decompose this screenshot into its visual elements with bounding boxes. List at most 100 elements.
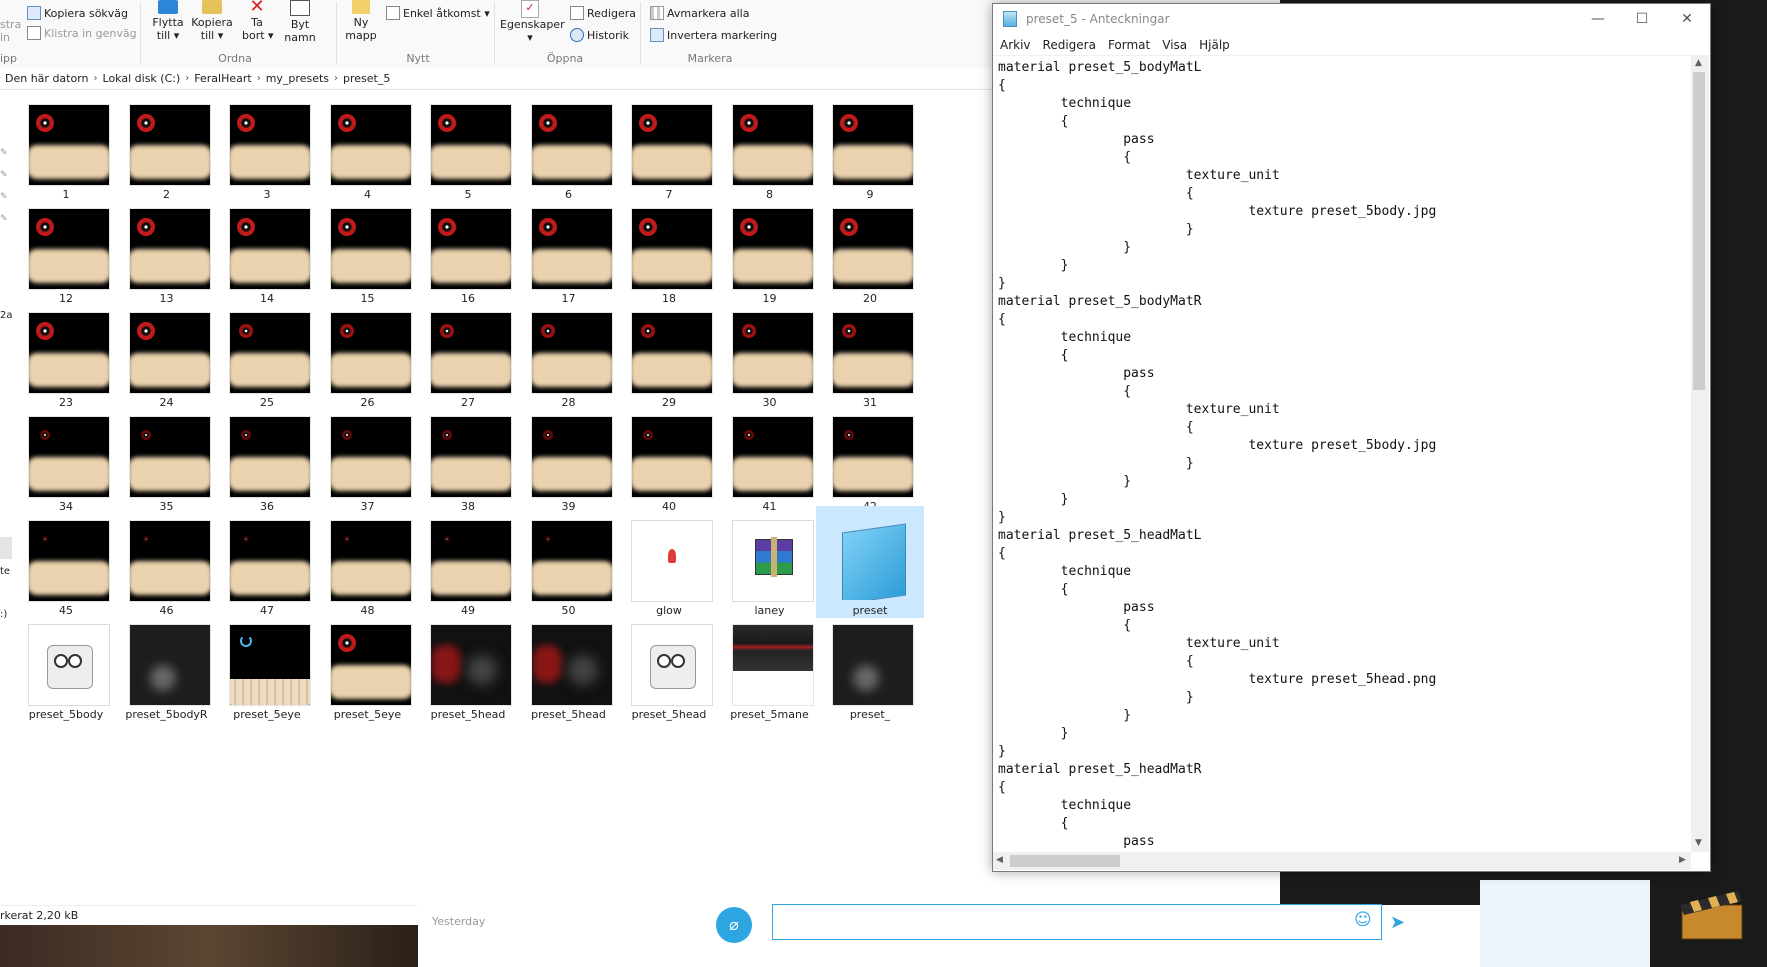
file-item[interactable]: 36 [213,402,321,514]
select-none-button[interactable]: Avmarkera alla [650,6,749,20]
file-item[interactable]: 26 [314,298,422,410]
delete-button[interactable]: ✕ Ta bort ▾ [242,0,274,42]
file-item[interactable]: 20 [816,194,924,306]
file-item[interactable]: 7 [615,90,723,202]
breadcrumb-item[interactable]: my_presets [261,72,334,85]
file-item[interactable]: 16 [414,194,522,306]
file-item[interactable]: 23 [12,298,120,410]
vertical-scrollbar[interactable]: ▲ ▼ [1691,56,1709,852]
file-item[interactable]: preset_ [816,610,924,722]
breadcrumb-item[interactable]: FeralHeart [189,72,256,85]
file-item[interactable]: 28 [515,298,623,410]
horizontal-scrollbar[interactable]: ◀ ▶ [993,852,1691,870]
menu-visa[interactable]: Visa [1156,38,1193,52]
file-item[interactable]: 6 [515,90,623,202]
clapperboard-icon[interactable] [1676,885,1746,941]
breadcrumb-item[interactable]: Lokal disk (C:) [98,72,186,85]
file-item[interactable]: 24 [113,298,221,410]
file-item[interactable]: preset_5eye [314,610,422,722]
move-to-button[interactable]: Flytta till ▾ [150,0,186,42]
file-item[interactable]: 34 [12,402,120,514]
paste-button-partial[interactable]: stra [0,18,21,31]
file-item[interactable]: 5 [414,90,522,202]
menu-hjalp[interactable]: Hjälp [1193,38,1236,52]
copy-path-button[interactable]: Kopiera sökväg [27,6,128,20]
invert-selection-button[interactable]: Invertera markering [650,28,777,42]
history-button[interactable]: Historik [570,28,629,42]
file-item[interactable]: laney [716,506,824,618]
file-item[interactable]: 50 [515,506,623,618]
paste-button-partial-2[interactable]: in [0,31,10,44]
file-item[interactable]: 46 [113,506,221,618]
paste-shortcut-button[interactable]: Klistra in genväg [27,26,137,40]
breadcrumb-item[interactable]: Den här datorn [0,72,94,85]
file-item[interactable]: 37 [314,402,422,514]
emoji-icon[interactable]: ☺ [1354,910,1372,930]
file-item[interactable]: 41 [716,402,824,514]
minimize-button[interactable]: — [1576,4,1620,34]
file-item[interactable]: 40 [615,402,723,514]
scroll-up-icon[interactable]: ▲ [1695,58,1702,68]
properties-button[interactable]: ✓ Egenskaper ▾ [500,0,565,44]
file-item[interactable]: 47 [213,506,321,618]
easy-access-button[interactable]: Enkel åtkomst ▾ [386,6,490,20]
file-item[interactable]: 13 [113,194,221,306]
file-item[interactable]: 31 [816,298,924,410]
file-item[interactable]: 15 [314,194,422,306]
close-button[interactable]: ✕ [1665,4,1709,34]
menu-arkiv[interactable]: Arkiv [993,38,1037,52]
file-item[interactable]: 42 [816,402,924,514]
nav-fragment[interactable]: :) [0,609,7,620]
file-item[interactable]: 9 [816,90,924,202]
file-item[interactable]: preset_5head [515,610,623,722]
file-item[interactable]: preset_5mane [716,610,824,722]
file-item[interactable]: 1 [12,90,120,202]
nav-fragment[interactable]: te [0,566,10,577]
chat-message-input[interactable] [772,904,1382,940]
file-item[interactable]: glow [615,506,723,618]
file-item[interactable]: 17 [515,194,623,306]
menu-redigera[interactable]: Redigera [1037,38,1102,52]
send-icon[interactable]: ➤ [1390,912,1405,933]
file-item[interactable]: 48 [314,506,422,618]
edit-button[interactable]: Redigera [570,6,636,20]
file-item[interactable]: 30 [716,298,824,410]
file-item[interactable]: 19 [716,194,824,306]
scroll-right-icon[interactable]: ▶ [1679,855,1686,865]
file-item[interactable]: preset_5eye [213,610,321,722]
file-item[interactable]: preset_5bodyR [113,610,221,722]
file-item[interactable]: 4 [314,90,422,202]
scroll-left-icon[interactable]: ◀ [996,855,1003,865]
breadcrumb-item[interactable]: preset_5 [338,72,395,85]
maximize-button[interactable]: ☐ [1620,4,1664,34]
file-item[interactable]: 12 [12,194,120,306]
file-item[interactable]: 35 [113,402,221,514]
title-bar[interactable]: preset_5 - Anteckningar — ☐ ✕ [993,4,1710,34]
file-item[interactable]: preset_5head [615,610,723,722]
file-item[interactable]: 49 [414,506,522,618]
file-item[interactable]: 2 [113,90,221,202]
file-item[interactable]: preset_5body [12,610,120,722]
file-item[interactable]: 39 [515,402,623,514]
file-item[interactable]: 25 [213,298,321,410]
file-item[interactable]: 18 [615,194,723,306]
file-item[interactable]: preset_5head [414,610,522,722]
file-item[interactable]: 14 [213,194,321,306]
file-item[interactable]: 45 [12,506,120,618]
file-item[interactable]: 3 [213,90,321,202]
copy-to-button[interactable]: Kopiera till ▾ [190,0,234,42]
file-item[interactable]: 27 [414,298,522,410]
file-item[interactable]: 29 [615,298,723,410]
file-item[interactable]: 38 [414,402,522,514]
scroll-down-icon[interactable]: ▼ [1695,838,1702,848]
new-folder-button[interactable]: Ny mapp [343,0,379,42]
vertical-scroll-thumb[interactable] [1693,72,1705,390]
file-item[interactable]: preset [816,506,924,618]
horizontal-scroll-thumb[interactable] [1010,855,1120,867]
text-editor[interactable]: material preset_5_bodyMatL { technique {… [998,59,1688,849]
rename-button[interactable]: Byt namn [282,0,318,44]
attach-icon[interactable]: ⌀ [716,907,752,943]
nav-fragment[interactable]: 2a [0,310,13,321]
file-item[interactable]: 8 [716,90,824,202]
menu-format[interactable]: Format [1102,38,1156,52]
